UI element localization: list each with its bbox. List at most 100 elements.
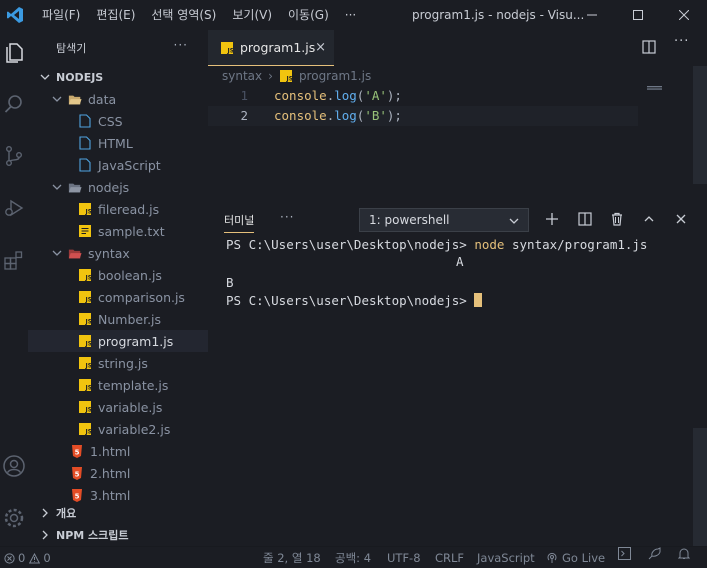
tab-program1-js[interactable]: JS program1.js × (208, 30, 334, 66)
tree-item-sample-txt[interactable]: sample.txt (28, 220, 208, 242)
workspace-root[interactable]: NODEJS (28, 66, 208, 88)
npm-scripts-section[interactable]: NPM 스크립트 (28, 524, 208, 546)
svg-text:JS: JS (85, 385, 92, 392)
explorer-more-button[interactable]: ··· (174, 38, 188, 52)
txt-file-icon (78, 224, 92, 238)
file-icon (78, 136, 92, 150)
code-editor[interactable]: 1 console.log('A'); 2 console.log('B'); (208, 86, 707, 196)
tree-item-label: variable2.js (98, 421, 171, 437)
terminal-status-button[interactable] (618, 547, 631, 560)
encoding[interactable]: UTF-8 (387, 547, 421, 568)
maximize-button[interactable] (615, 0, 661, 30)
feedback-button[interactable] (648, 547, 662, 560)
tree-item-1-html[interactable]: 5 1.html (28, 440, 208, 462)
explorer-button[interactable] (0, 34, 28, 70)
manage-button[interactable] (0, 500, 28, 536)
account-icon (3, 455, 25, 477)
tree-item-variable-js[interactable]: JS variable.js (28, 396, 208, 418)
tree-item-label: template.js (98, 377, 169, 393)
terminal-select[interactable]: 1: powershell (359, 208, 529, 232)
folder-open-icon (68, 180, 82, 194)
chevron-down-icon (509, 218, 519, 224)
kill-terminal-button[interactable] (608, 210, 626, 228)
extensions-button[interactable] (0, 242, 28, 278)
tree-item-javascript[interactable]: JavaScript (28, 154, 208, 176)
new-terminal-button[interactable] (543, 210, 561, 228)
outline-section[interactable]: 개요 (28, 502, 208, 524)
tree-item-css[interactable]: CSS (28, 110, 208, 132)
close-panel-button[interactable] (672, 210, 690, 228)
terminal-prompt: PS C:\Users\user\Desktop\nodejs> (226, 293, 475, 308)
tree-item-string-js[interactable]: JS string.js (28, 352, 208, 374)
tree-item-boolean-js[interactable]: JS boolean.js (28, 264, 208, 286)
tab-label: program1.js (240, 40, 316, 55)
go-live-button[interactable]: Go Live (546, 547, 605, 568)
line-text: console.log('A'); (274, 88, 402, 103)
tree-item-comparison-js[interactable]: JS comparison.js (28, 286, 208, 308)
search-view-button[interactable] (0, 86, 28, 122)
editor-more-button[interactable]: ··· (674, 34, 689, 49)
language-mode[interactable]: JavaScript (477, 547, 535, 568)
svg-text:JS: JS (85, 297, 92, 304)
vscode-logo-icon (4, 4, 26, 26)
menu-file[interactable]: 파일(F) (34, 0, 88, 30)
tree-item-template-js[interactable]: JS template.js (28, 374, 208, 396)
svg-text:JS: JS (85, 407, 92, 414)
terminal-select-value: 1: powershell (369, 213, 450, 227)
run-debug-button[interactable] (0, 190, 28, 226)
editor-scrollbar[interactable] (693, 66, 707, 184)
tree-item-nodejs[interactable]: nodejs (28, 176, 208, 198)
breadcrumb-file[interactable]: program1.js (299, 69, 371, 83)
tree-item-number-js[interactable]: JS Number.js (28, 308, 208, 330)
js-file-icon: JS (78, 356, 92, 370)
split-terminal-button[interactable] (576, 210, 594, 228)
tree-item-html[interactable]: HTML (28, 132, 208, 154)
split-editor-button[interactable] (642, 40, 656, 57)
feedback-icon (648, 547, 661, 560)
panel-more-button[interactable]: ··· (280, 210, 294, 224)
warning-count: 0 (43, 551, 51, 565)
notifications-button[interactable] (678, 547, 690, 560)
minimap[interactable] (647, 86, 663, 90)
tree-item-label: JavaScript (98, 157, 161, 173)
source-control-button[interactable] (0, 138, 28, 174)
menu-selection[interactable]: 선택 영역(S) (143, 0, 224, 30)
close-window-button[interactable] (661, 0, 707, 30)
tree-item-label: 3.html (90, 487, 131, 503)
indentation[interactable]: 공백: 4 (335, 547, 371, 568)
line-number: 2 (240, 108, 248, 123)
cursor-position[interactable]: 줄 2, 열 18 (263, 547, 321, 568)
tree-item-label: nodejs (88, 179, 130, 195)
tab-close-button[interactable]: × (315, 40, 326, 55)
end-of-line[interactable]: CRLF (435, 547, 464, 568)
js-file-icon: JS (78, 290, 92, 304)
tree-item-2-html[interactable]: 5 2.html (28, 462, 208, 484)
chevron-down-icon (40, 74, 50, 80)
svg-text:JS: JS (85, 341, 92, 348)
terminal-scrollbar[interactable] (693, 428, 707, 546)
tab-terminal[interactable]: 터미널 (224, 212, 255, 233)
menu-more[interactable]: ··· (337, 0, 364, 30)
js-file-icon: JS (78, 312, 92, 326)
minimize-button[interactable] (569, 0, 615, 30)
tree-item-program1-js[interactable]: JS program1.js (28, 330, 208, 352)
tree-item-fileread-js[interactable]: JS fileread.js (28, 198, 208, 220)
source-control-icon (6, 146, 22, 166)
problems-indicator[interactable]: 0 0 (4, 547, 51, 568)
menu-edit[interactable]: 편집(E) (88, 0, 143, 30)
menu-view[interactable]: 보기(V) (224, 0, 280, 30)
error-count: 0 (18, 551, 26, 565)
svg-text:5: 5 (75, 470, 80, 478)
svg-text:JS: JS (85, 275, 92, 282)
tree-item-syntax[interactable]: syntax (28, 242, 208, 264)
close-icon (676, 214, 686, 224)
minimize-icon (587, 14, 597, 16)
js-file-icon: JS (78, 334, 92, 348)
menu-go[interactable]: 이동(G) (280, 0, 337, 30)
tree-item-variable2-js[interactable]: JS variable2.js (28, 418, 208, 440)
maximize-panel-button[interactable] (640, 210, 658, 228)
accounts-button[interactable] (0, 448, 28, 484)
extensions-icon (4, 251, 23, 270)
breadcrumb-folder[interactable]: syntax (222, 69, 262, 83)
tree-item-data[interactable]: data (28, 88, 208, 110)
